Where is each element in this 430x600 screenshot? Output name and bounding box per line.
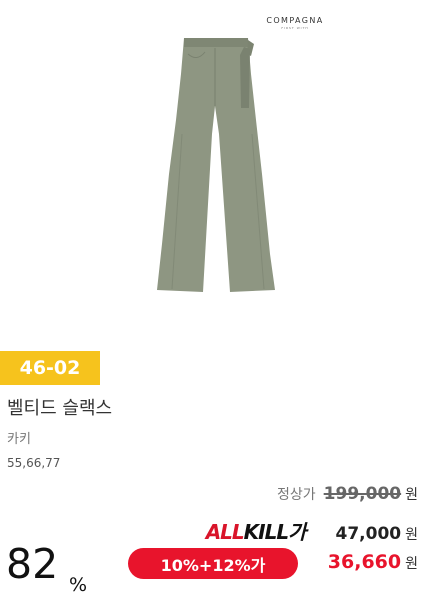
brand-logo: COMPAGNA FIRST WITH — [262, 16, 328, 30]
allkill-logo-ga: 가 — [288, 520, 306, 544]
allkill-logo-all: ALL — [205, 520, 245, 544]
wide-leg-slacks-image[interactable] — [148, 34, 284, 296]
product-code-badge: 46-02 — [0, 351, 100, 385]
allkill-logo: ALLKILL가 — [205, 516, 307, 545]
brand-name: COMPAGNA — [266, 16, 324, 25]
currency-unit: 원 — [405, 527, 418, 543]
product-sizes: 55,66,77 — [7, 456, 61, 470]
discount-rate-unit: % — [69, 574, 88, 596]
final-price-row: 36,660 원 — [328, 551, 418, 573]
brand-tagline: FIRST WITH — [281, 26, 309, 30]
discount-badge: 10%+12%가 — [128, 548, 298, 579]
product-color: 카키 — [7, 432, 31, 447]
regular-price: 199,000 — [323, 484, 402, 504]
currency-unit: 원 — [405, 487, 418, 503]
allkill-price-row: ALLKILL가 47,000 원 — [206, 516, 418, 545]
regular-price-row: 정상가 199,000 원 — [277, 484, 418, 504]
currency-unit: 원 — [405, 556, 418, 572]
final-price: 36,660 — [327, 551, 402, 573]
allkill-price: 47,000 — [335, 524, 402, 544]
regular-price-label: 정상가 — [277, 487, 316, 503]
discount-rate: 82 — [6, 540, 59, 588]
product-card[interactable]: COMPAGNA FIRST WITH 46-02 벨티드 슬랙스 카키 55,… — [0, 0, 430, 600]
allkill-logo-kill: KILL — [243, 520, 289, 544]
product-name[interactable]: 벨티드 슬랙스 — [7, 394, 112, 420]
